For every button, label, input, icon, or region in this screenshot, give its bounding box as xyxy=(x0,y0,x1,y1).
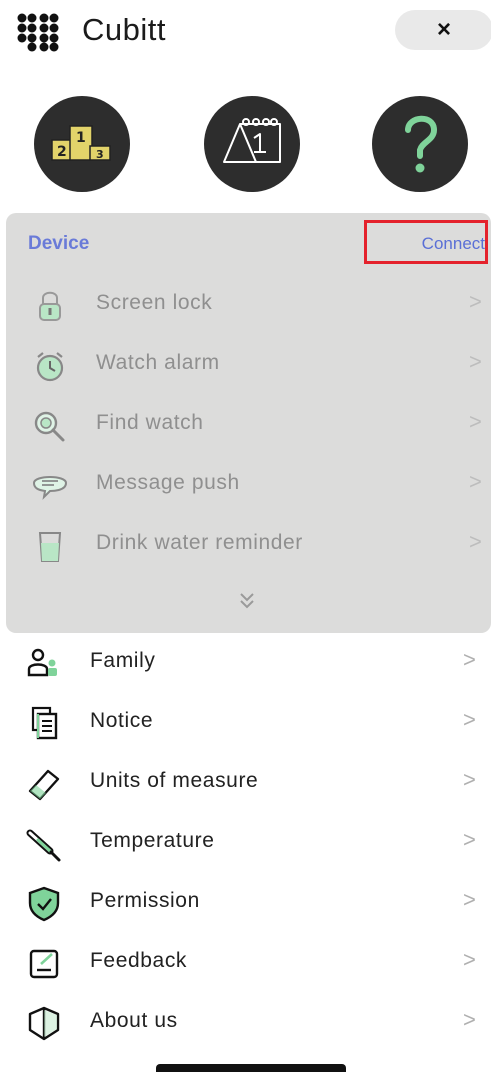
device-item-message-push[interactable]: Message push > xyxy=(6,457,491,513)
menu-item-label: Notice xyxy=(90,709,154,732)
device-item-drink-water[interactable]: Drink water reminder > xyxy=(6,517,491,573)
chevron-right-icon: > xyxy=(469,349,482,374)
document-icon xyxy=(31,706,58,740)
svg-text:3: 3 xyxy=(96,148,104,161)
svg-text:2: 2 xyxy=(57,144,67,160)
chevron-right-icon: > xyxy=(463,1007,476,1032)
thermometer-icon xyxy=(26,829,61,862)
menu-item-temperature[interactable]: Temperature > xyxy=(0,815,491,871)
ranking-shortcut-button[interactable]: 2 1 3 xyxy=(34,96,130,192)
menu-item-permission[interactable]: Permission > xyxy=(0,875,491,931)
alarm-clock-icon xyxy=(36,352,64,382)
chevron-right-icon: > xyxy=(469,289,482,314)
help-icon xyxy=(405,115,438,173)
chevron-right-icon: > xyxy=(469,409,482,434)
device-item-label: Drink water reminder xyxy=(96,531,303,554)
device-item-screen-lock[interactable]: Screen lock > xyxy=(6,277,491,333)
menu-item-label: Permission xyxy=(90,889,200,912)
chevron-right-icon: > xyxy=(463,647,476,672)
chat-bubble-icon xyxy=(32,476,68,500)
chevron-right-icon: > xyxy=(463,827,476,852)
connect-button[interactable]: Connect xyxy=(367,234,485,254)
lock-icon xyxy=(39,291,61,321)
chevron-right-icon: > xyxy=(469,529,482,554)
device-item-label: Screen lock xyxy=(96,291,213,314)
menu-item-about-us[interactable]: About us > xyxy=(0,995,491,1051)
chevron-right-icon: > xyxy=(463,887,476,912)
device-item-label: Message push xyxy=(96,471,240,494)
connect-highlight: Connect xyxy=(364,220,488,264)
chevron-right-icon: > xyxy=(463,947,476,972)
device-item-label: Watch alarm xyxy=(96,351,220,374)
ruler-icon xyxy=(28,769,60,801)
calendar-shortcut-button[interactable] xyxy=(204,96,300,192)
svg-text:1: 1 xyxy=(76,130,86,146)
menu-item-units-of-measure[interactable]: Units of measure > xyxy=(0,755,491,811)
device-section: Device Connect Screen lock > Watch alarm… xyxy=(6,213,491,633)
home-indicator[interactable] xyxy=(156,1064,346,1072)
double-chevron-down-icon[interactable] xyxy=(232,589,262,613)
calendar-icon xyxy=(223,118,281,163)
cubitt-logo-icon xyxy=(17,13,59,52)
water-cup-icon xyxy=(38,532,62,562)
device-item-watch-alarm[interactable]: Watch alarm > xyxy=(6,337,491,393)
info-shield-icon xyxy=(28,1006,60,1041)
menu-item-feedback[interactable]: Feedback > xyxy=(0,935,491,991)
family-icon xyxy=(27,648,57,677)
menu-item-label: Family xyxy=(90,649,156,672)
header: Cubitt × xyxy=(0,0,491,60)
device-item-label: Find watch xyxy=(96,411,204,434)
app-title: Cubitt xyxy=(82,12,166,47)
shield-check-icon xyxy=(28,886,60,922)
menu-item-family[interactable]: Family > xyxy=(0,635,491,691)
menu-item-label: Temperature xyxy=(90,829,215,852)
magnifier-icon xyxy=(34,411,65,442)
device-item-find-watch[interactable]: Find watch > xyxy=(6,397,491,453)
menu-item-label: Feedback xyxy=(90,949,188,972)
chevron-right-icon: > xyxy=(469,469,482,494)
ranking-icon: 2 1 3 xyxy=(51,125,111,161)
chevron-right-icon: > xyxy=(463,707,476,732)
menu-item-notice[interactable]: Notice > xyxy=(0,695,491,751)
device-section-title: Device xyxy=(28,233,90,254)
chevron-right-icon: > xyxy=(463,767,476,792)
menu-item-label: Units of measure xyxy=(90,769,259,792)
menu-item-label: About us xyxy=(90,1009,178,1032)
close-button[interactable]: × xyxy=(395,10,491,50)
help-shortcut-button[interactable] xyxy=(372,96,468,192)
edit-icon xyxy=(29,949,59,979)
